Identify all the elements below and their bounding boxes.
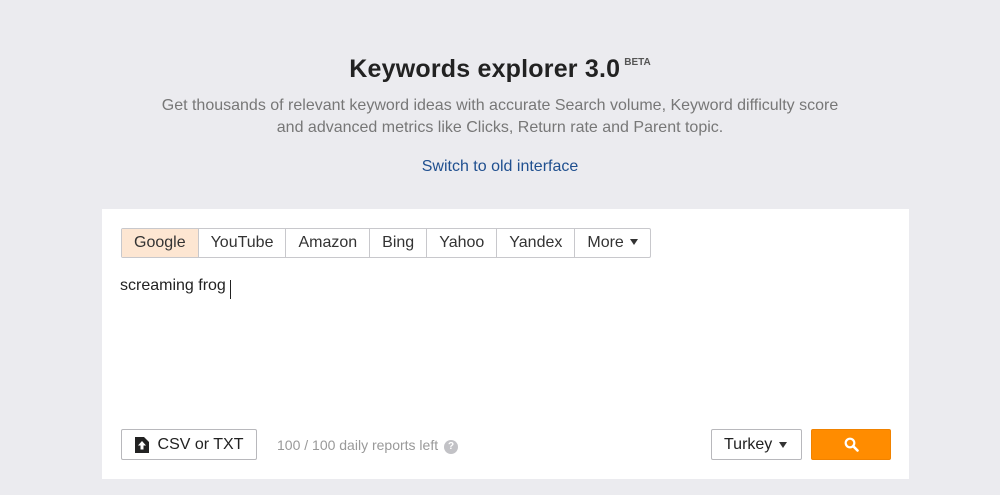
- tab-google[interactable]: Google: [122, 229, 199, 257]
- search-engine-tabs: Google YouTube Amazon Bing Yahoo Yandex …: [121, 228, 651, 258]
- reports-left-label: 100 / 100 daily reports left: [277, 437, 439, 453]
- tab-yandex[interactable]: Yandex: [497, 229, 576, 257]
- upload-csv-button[interactable]: CSV or TXT: [121, 429, 257, 460]
- upload-label: CSV or TXT: [157, 435, 244, 453]
- tab-amazon[interactable]: Amazon: [286, 229, 371, 257]
- tab-bing[interactable]: Bing: [370, 229, 428, 257]
- help-icon[interactable]: ?: [444, 440, 459, 454]
- tab-yahoo[interactable]: Yahoo: [427, 229, 498, 257]
- tab-more-label: More: [587, 234, 624, 251]
- reports-left-text: 100 / 100 daily reports left?: [277, 437, 459, 454]
- caret-down-icon: [629, 238, 638, 245]
- page-title-row: Keywords explorer 3.0 BETA: [0, 55, 1000, 84]
- upload-icon: [134, 436, 149, 453]
- country-select[interactable]: Turkey: [711, 429, 802, 460]
- switch-to-old-interface-link[interactable]: Switch to old interface: [0, 158, 1000, 176]
- tab-youtube[interactable]: YouTube: [199, 229, 287, 257]
- text-cursor: [230, 280, 231, 299]
- keywords-input[interactable]: screaming frog: [120, 277, 890, 417]
- search-button[interactable]: [811, 429, 891, 460]
- page-subtitle: Get thousands of relevant keyword ideas …: [161, 97, 839, 136]
- tab-more[interactable]: More: [575, 229, 649, 257]
- search-card: Google YouTube Amazon Bing Yahoo Yandex …: [102, 209, 909, 479]
- page-title: Keywords explorer 3.0: [349, 55, 621, 83]
- caret-down-icon: [779, 441, 788, 448]
- beta-badge: BETA: [624, 57, 651, 68]
- search-icon: [844, 437, 859, 452]
- country-value: Turkey: [724, 435, 773, 453]
